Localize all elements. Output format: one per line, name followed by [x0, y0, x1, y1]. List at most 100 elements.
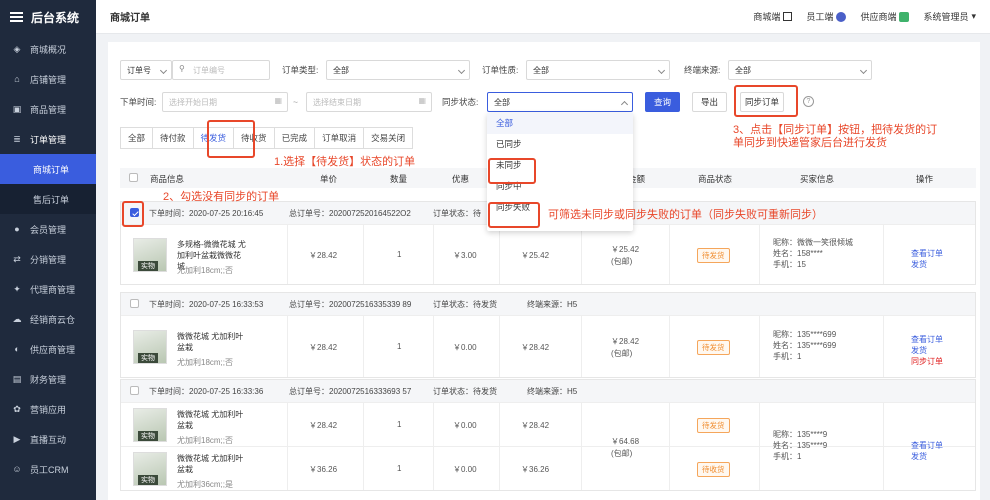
apps-icon: ✿: [13, 403, 21, 414]
topbar: 商城订单 商城端 员工端 供应商端 系统管理员 ▾: [96, 0, 990, 34]
wallet-icon: ▤: [12, 373, 22, 384]
select-all-checkbox[interactable]: [129, 173, 138, 182]
product-thumbnail[interactable]: 实物: [133, 330, 167, 364]
divider: [363, 224, 364, 284]
order-nature-select[interactable]: 全部: [526, 60, 670, 80]
sidebar-item-7[interactable]: ⇄ 分销管理: [0, 244, 96, 274]
sidebar-item-12[interactable]: ✿ 营销应用: [0, 394, 96, 424]
admin-menu[interactable]: 系统管理员 ▾: [923, 10, 976, 23]
sidebar-item-label: 商城订单: [33, 164, 70, 175]
sidebar-item-13[interactable]: ▶ 直播互动: [0, 424, 96, 454]
order-no-type-select[interactable]: 订单号: [120, 60, 172, 80]
product-name[interactable]: 微微花城 尤加利叶盆栽: [177, 453, 247, 475]
sync-status-select[interactable]: 全部: [487, 92, 633, 112]
action-link[interactable]: 同步订单: [911, 356, 943, 367]
product-thumbnail[interactable]: 实物: [133, 238, 167, 272]
sidebar-item-4[interactable]: 商城订单: [0, 154, 96, 184]
sidebar-item-label: 分销管理: [30, 254, 67, 265]
order-type-label: 订单类型:: [282, 65, 319, 75]
order-no-input[interactable]: ⚲ 订单编号: [172, 60, 270, 80]
product-status-badge: 待发货: [697, 340, 730, 355]
wechat-icon: [899, 11, 910, 22]
sidebar-item-10[interactable]: ◐ 供应商管理: [0, 334, 96, 364]
order-terminal: 终端来源：H5: [527, 300, 578, 309]
staff-end-link[interactable]: 员工端: [806, 10, 847, 23]
col-discount: 优惠: [452, 174, 470, 184]
product-thumbnail[interactable]: 实物: [133, 408, 167, 442]
app-logo[interactable]: 后台系统: [0, 0, 96, 34]
sidebar-item-label: 直播互动: [30, 434, 67, 445]
sidebar-item-14[interactable]: ☺ 员工CRM: [0, 454, 96, 484]
sidebar-item-1[interactable]: ⌂ 店铺管理: [0, 64, 96, 94]
action-link[interactable]: 发货: [911, 345, 927, 356]
tab-4[interactable]: 已完成: [275, 128, 316, 148]
sidebar: 后台系统 ◈ 商城概况 ⌂ 店铺管理 ▣ 商品管理 ≣ 订单管理商城订单售后订单 ● 会员管理 ⇄ 分…: [0, 0, 96, 500]
action-link[interactable]: 发货: [911, 259, 927, 270]
divider: [581, 315, 582, 377]
chevron-down-icon: [859, 66, 868, 75]
divider: [287, 402, 288, 490]
product-sku: 尤加利18cm;;否: [177, 358, 234, 367]
order-status: 订单状态：待: [433, 209, 481, 218]
tab-0[interactable]: 全部: [121, 128, 154, 148]
action-link[interactable]: 查看订单: [911, 440, 943, 451]
divider: [433, 402, 434, 490]
tab-6[interactable]: 交易关闭: [364, 128, 412, 148]
product-row: 实物 多规格-微微花城 尤加利叶盆栽微微花城 尤加利18cm;;否 ￥28.42 1 ￥3…: [121, 224, 975, 284]
sidebar-item-3[interactable]: ≣ 订单管理: [0, 124, 96, 154]
product-status-badge: 待发货: [697, 248, 730, 263]
product-thumbnail[interactable]: 实物: [133, 452, 167, 486]
sidebar-item-6[interactable]: ● 会员管理: [0, 214, 96, 244]
sidebar-item-label: 代理商管理: [30, 284, 76, 295]
order-block: 下单时间：2020-07-25 16:33:53 总订单号：20200725163…: [120, 292, 976, 378]
buyer-info: 姓名：158****: [773, 249, 823, 258]
mall-end-link[interactable]: 商城端: [753, 10, 793, 23]
chevron-down-icon: [657, 66, 666, 75]
search-button[interactable]: 查询: [645, 92, 680, 112]
start-date-input[interactable]: 选择开始日期 ▦: [162, 92, 288, 112]
product-sku: 尤加利36cm;;是: [177, 480, 234, 489]
col-price: 单价: [320, 174, 338, 184]
order-time-label: 下单时间:: [120, 97, 157, 107]
product-qty: 1: [397, 250, 402, 259]
dropdown-option-1[interactable]: 已同步: [487, 134, 633, 155]
order-number: 总订单号：2020072516333693 57: [289, 387, 412, 396]
product-row: 实物 微微花城 尤加利叶盆栽 尤加利18cm;;否 ￥28.42 1 ￥0.00 ￥28.4…: [121, 315, 975, 377]
product-qty: 1: [397, 342, 402, 351]
product-tag: 实物: [138, 431, 158, 441]
action-link[interactable]: 发货: [911, 451, 927, 462]
terminal-select[interactable]: 全部: [728, 60, 872, 80]
order-checkbox[interactable]: [130, 386, 139, 395]
buyer-info: 姓名：135****699: [773, 341, 837, 350]
order-amount: ￥64.68: [611, 437, 640, 446]
product-name[interactable]: 微微花城 尤加利叶盆栽: [177, 409, 247, 431]
highlight-sync-button: [734, 85, 798, 117]
tab-5[interactable]: 订单取消: [315, 128, 365, 148]
menu-icon[interactable]: [10, 12, 23, 22]
action-link[interactable]: 查看订单: [911, 334, 943, 345]
supplier-end-link[interactable]: 供应商端: [860, 10, 910, 23]
help-icon[interactable]: ?: [803, 96, 814, 107]
end-date-input[interactable]: 选择结束日期 ▦: [306, 92, 432, 112]
order-amount: ￥25.42: [611, 245, 640, 254]
product-discount: ￥0.00: [453, 343, 477, 352]
sidebar-item-5[interactable]: 售后订单: [0, 184, 96, 214]
product-name[interactable]: 微微花城 尤加利叶盆栽: [177, 331, 247, 353]
chevron-down-icon: [159, 66, 168, 75]
sidebar-item-0[interactable]: ◈ 商城概况: [0, 34, 96, 64]
export-button[interactable]: 导出: [692, 92, 727, 112]
order-type-select[interactable]: 全部: [326, 60, 470, 80]
order-checkbox[interactable]: [130, 299, 139, 308]
action-link[interactable]: 查看订单: [911, 248, 943, 259]
crm-icon: ☺: [12, 464, 22, 474]
sidebar-item-8[interactable]: ✦ 代理商管理: [0, 274, 96, 304]
user-icon: ●: [14, 224, 20, 234]
tab-1[interactable]: 待付款: [153, 128, 194, 148]
dropdown-option-0[interactable]: 全部: [487, 113, 633, 134]
sidebar-item-9[interactable]: ☁ 经销商云仓: [0, 304, 96, 334]
sidebar-item-2[interactable]: ▣ 商品管理: [0, 94, 96, 124]
product-tag: 实物: [138, 353, 158, 363]
divider: [499, 315, 500, 377]
buyer-info: 姓名：135****9: [773, 441, 828, 450]
sidebar-item-11[interactable]: ▤ 财务管理: [0, 364, 96, 394]
